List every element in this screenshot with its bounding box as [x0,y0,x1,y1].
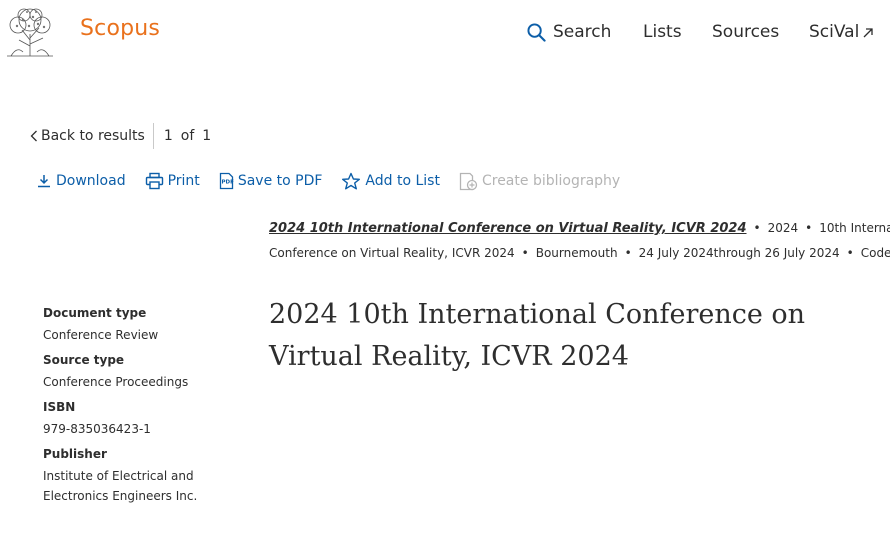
top-header: Scopus Search Lists Sources SciVal [0,0,890,70]
nav-scival[interactable]: SciVal [809,22,874,42]
back-to-results-label: Back to results [41,128,145,144]
document-type-label: Document type [43,306,147,320]
source-info: 2024 10th International Conference on Vi… [269,216,890,265]
pager-total: 1 [202,128,212,144]
elsevier-tree-logo[interactable] [3,6,57,58]
separator-dot: • [805,221,813,235]
chevron-left-icon [30,130,37,142]
external-arrow-icon [863,28,873,38]
isbn-field: ISBN 979-835036423-1 [43,398,223,439]
download-label: Download [56,173,126,189]
nav-scival-label: SciVal [809,22,860,42]
document-details: Document type Conference Review Source t… [43,304,223,512]
save-to-pdf-label: Save to PDF [237,173,323,189]
add-to-list-label: Add to List [365,173,440,189]
nav-sources[interactable]: Sources [712,22,779,42]
source-year: 2024 [767,221,799,235]
separator-dot: • [753,221,761,235]
nav-lists-label: Lists [643,22,682,42]
pager-current: 1 [163,128,173,144]
separator-dot: • [521,246,529,260]
source-type-label: Source type [43,353,125,367]
source-conference-part1: 10th International [819,221,890,235]
bibliography-icon [459,172,478,190]
publisher-value: Institute of Electrical and Electronics … [43,469,198,503]
publisher-field: Publisher Institute of Electrical and El… [43,445,223,506]
nav-lists[interactable]: Lists [643,22,682,42]
source-type-field: Source type Conference Proceedings [43,351,223,392]
star-icon [342,172,361,189]
result-pager: 1 of 1 [164,128,211,144]
print-button[interactable]: Print [145,172,200,190]
nav-search[interactable]: Search [527,22,611,42]
separator-dot: • [846,246,854,260]
add-to-list-button[interactable]: Add to List [341,172,440,191]
isbn-value: 979-835036423-1 [43,422,151,436]
document-title: 2024 10th International Conference on Vi… [269,299,806,372]
save-to-pdf-button[interactable]: PDF Save to PDF [219,172,323,190]
search-icon [527,22,546,42]
scopus-brand[interactable]: Scopus [80,16,160,41]
back-to-results-link[interactable]: Back to results [30,128,145,144]
source-code: Code 200 [860,246,890,260]
nav-search-label: Search [553,22,612,42]
pager-of: of [180,128,195,144]
source-row-1: 2024 10th International Conference on Vi… [269,216,890,241]
svg-text:PDF: PDF [221,180,234,186]
print-label: Print [167,173,200,189]
results-navigation: Back to results 1 of 1 [30,123,211,149]
results-divider [152,123,154,149]
download-button[interactable]: Download [36,173,126,189]
separator-dot: • [624,246,632,260]
document-type-field: Document type Conference Review [43,304,223,345]
source-conference-part2: Conference on Virtual Reality, ICVR 2024 [269,246,515,260]
document-type-value: Conference Review [43,328,159,342]
publisher-label: Publisher [43,447,107,461]
source-row-2: Conference on Virtual Reality, ICVR 2024… [269,241,890,265]
source-dates: 24 July 2024through 26 July 2024 [638,246,840,260]
pdf-icon: PDF [219,172,234,190]
document-toolbar: Download Print PDF Save to PDF Add to Li… [36,170,639,192]
download-icon [38,175,50,188]
source-type-value: Conference Proceedings [43,375,189,389]
nav-sources-label: Sources [712,22,780,42]
print-icon [145,172,163,190]
source-location: Bournemouth [535,246,618,260]
isbn-label: ISBN [43,400,76,414]
create-bibliography-button[interactable]: Create bibliography [459,172,620,191]
create-bibliography-label: Create bibliography [481,173,621,189]
source-title-link[interactable]: 2024 10th International Conference on Vi… [269,221,747,236]
